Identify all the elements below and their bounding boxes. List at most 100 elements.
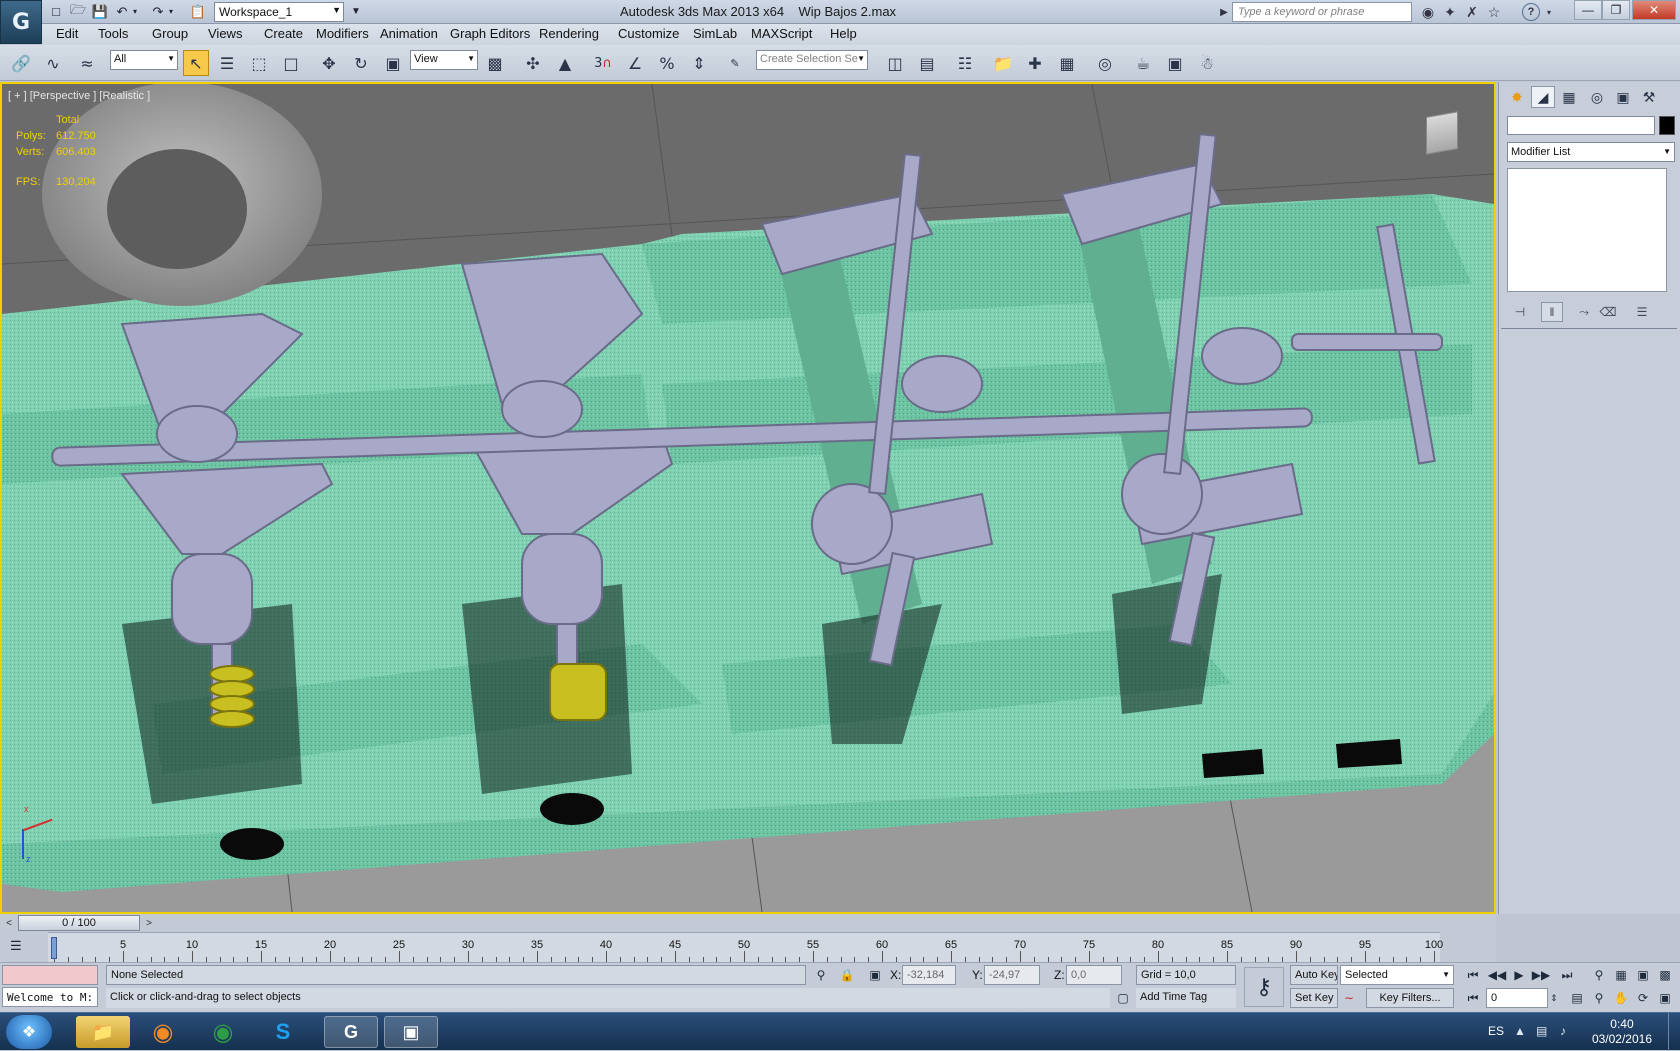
selection-filter-dropdown[interactable]: All ▼ xyxy=(110,50,178,70)
menu-maxscript[interactable]: MAXScript xyxy=(751,26,812,41)
menu-edit[interactable]: Edit xyxy=(56,26,78,41)
undo-dropdown-icon[interactable]: ▾ xyxy=(130,2,140,21)
clock[interactable]: 0:40 03/02/2016 xyxy=(1592,1017,1652,1047)
create-tab-icon[interactable]: ✸ xyxy=(1505,86,1529,108)
expand-search-icon[interactable]: ▶ xyxy=(1218,3,1230,21)
timeline-current-frame-marker[interactable] xyxy=(51,937,57,959)
menu-rendering[interactable]: Rendering xyxy=(539,26,599,41)
select-object-icon[interactable]: ↖ xyxy=(183,50,209,76)
image-viewer-icon[interactable]: ▣ xyxy=(384,1016,438,1048)
rendered-frame-window-icon[interactable]: ▣ xyxy=(1162,50,1188,76)
percent-snap-icon[interactable]: % xyxy=(654,50,680,76)
save-file-icon[interactable]: 💾 xyxy=(90,2,110,21)
menu-help[interactable]: Help xyxy=(830,26,857,41)
next-frame-arrow-icon[interactable]: > xyxy=(142,915,156,931)
scene-explorer-icon[interactable]: 📁 xyxy=(990,50,1016,76)
prev-frame-arrow-icon[interactable]: < xyxy=(2,915,16,931)
redo-icon[interactable]: ↷ xyxy=(148,2,168,21)
utilities-tab-icon[interactable]: ⚒ xyxy=(1637,86,1661,108)
edit-named-selection-icon[interactable]: ✎ xyxy=(722,50,748,76)
workspace-dropdown[interactable]: Workspace_1 ▼ xyxy=(214,2,344,22)
angle-snap-icon[interactable]: ∠ xyxy=(622,50,648,76)
menu-graph-editors[interactable]: Graph Editors xyxy=(450,26,530,41)
menu-modifiers[interactable]: Modifiers xyxy=(316,26,369,41)
explorer-icon[interactable]: 📁 xyxy=(76,1016,130,1048)
show-hidden-icons-icon[interactable]: ▲ xyxy=(1514,1024,1526,1038)
select-by-name-icon[interactable]: ☰ xyxy=(214,50,240,76)
snaps-toggle-icon[interactable]: 3 ∩ xyxy=(590,50,616,76)
go-to-end-icon[interactable]: ⏭ xyxy=(1556,965,1578,985)
menu-simlab[interactable]: SimLab xyxy=(693,26,737,41)
object-name-input[interactable] xyxy=(1507,116,1655,135)
communication-center-icon[interactable]: ✗ xyxy=(1462,3,1482,21)
open-file-icon[interactable]: 🗁 xyxy=(68,2,88,21)
binoculars-icon[interactable]: ◉ xyxy=(1418,3,1438,21)
chrome-icon[interactable]: ◉ xyxy=(196,1016,250,1048)
previous-frame-icon[interactable]: ◀◀ xyxy=(1486,965,1508,985)
time-slider[interactable]: < 0 / 100 > xyxy=(0,914,1496,932)
3ds-max-taskbar-icon[interactable]: G xyxy=(324,1016,378,1048)
display-tab-icon[interactable]: ▣ xyxy=(1611,86,1635,108)
time-slider-thumb[interactable]: 0 / 100 xyxy=(18,915,140,931)
modifier-list-dropdown[interactable]: Modifier List ▼ xyxy=(1507,142,1675,162)
volume-icon[interactable]: ♪ xyxy=(1560,1024,1566,1038)
language-indicator[interactable]: ES xyxy=(1488,1024,1504,1038)
minimize-button[interactable]: — xyxy=(1574,0,1602,20)
viewcube-icon[interactable] xyxy=(1426,111,1458,155)
help-dropdown-icon[interactable]: ▾ xyxy=(1544,3,1554,21)
hierarchy-tab-icon[interactable]: ▦ xyxy=(1557,86,1581,108)
auto-key-button[interactable]: Auto Key xyxy=(1290,965,1338,985)
skype-icon[interactable]: S xyxy=(256,1016,310,1048)
spinner-snap-icon[interactable]: ⇕ xyxy=(686,50,712,76)
add-time-tag-button[interactable]: Add Time Tag xyxy=(1136,988,1236,1008)
zoom-all-icon[interactable]: ▦ xyxy=(1610,965,1632,985)
make-unique-icon[interactable]: ⤳ xyxy=(1573,302,1595,322)
start-button[interactable]: ❖ xyxy=(6,1015,52,1049)
select-rotate-icon[interactable]: ↻ xyxy=(348,50,374,76)
show-end-result-icon[interactable]: ‖ xyxy=(1541,302,1563,322)
render-production-icon[interactable]: ☃ xyxy=(1194,50,1220,76)
maximize-button[interactable]: ❐ xyxy=(1602,0,1630,20)
select-scale-icon[interactable]: ▣ xyxy=(380,50,406,76)
object-color-swatch[interactable] xyxy=(1659,116,1675,135)
maxscript-mini-listener-top[interactable] xyxy=(2,965,98,985)
mirror-icon[interactable]: ◫ xyxy=(882,50,908,76)
set-key-key-icon[interactable]: ⚷ xyxy=(1244,967,1284,1007)
modify-tab-icon[interactable]: ◢ xyxy=(1531,86,1555,108)
align-icon[interactable]: ▤ xyxy=(914,50,940,76)
key-mode-dropdown[interactable]: Selected ▼ xyxy=(1340,965,1454,985)
x-coordinate-field[interactable]: -32,184 xyxy=(902,965,956,985)
motion-tab-icon[interactable]: ◎ xyxy=(1585,86,1609,108)
search-input[interactable]: Type a keyword or phrase xyxy=(1232,2,1412,22)
show-desktop-button[interactable] xyxy=(1668,1013,1680,1051)
menu-tools[interactable]: Tools xyxy=(98,26,128,41)
new-file-icon[interactable]: □ xyxy=(46,2,66,21)
time-tag-icon[interactable]: ▢ xyxy=(1112,988,1134,1008)
selection-lock-icon[interactable]: 🔒 xyxy=(836,965,858,985)
subscription-center-icon[interactable]: ✦ xyxy=(1440,3,1460,21)
frame-spinner-icon[interactable]: ⇕ xyxy=(1548,988,1560,1008)
window-crossing-icon[interactable]: □ xyxy=(278,50,304,76)
isolate-selection-icon[interactable]: ⚲ xyxy=(810,965,832,985)
perspective-viewport[interactable]: [ + ] [Perspective ] [Realistic ] Total … xyxy=(0,82,1496,914)
unlink-icon[interactable]: ∿ xyxy=(40,50,66,76)
link-icon[interactable]: 🔗 xyxy=(8,50,34,76)
pan-view-icon[interactable]: ✋ xyxy=(1610,988,1632,1008)
set-key-button[interactable]: Set Key xyxy=(1290,988,1338,1008)
go-to-start-icon[interactable]: ⏮ xyxy=(1462,965,1484,985)
key-filters-button[interactable]: Key Filters... xyxy=(1366,988,1454,1008)
firefox-icon[interactable]: ◉ xyxy=(136,1016,190,1048)
menu-views[interactable]: Views xyxy=(208,26,242,41)
zoom-extents-all-icon[interactable]: ▩ xyxy=(1654,965,1676,985)
redo-dropdown-icon[interactable]: ▾ xyxy=(166,2,176,21)
close-button[interactable]: ✕ xyxy=(1632,0,1676,20)
named-selection-dropdown[interactable]: Create Selection Se ▼ xyxy=(756,50,868,70)
menu-create[interactable]: Create xyxy=(264,26,303,41)
menu-group[interactable]: Group xyxy=(152,26,188,41)
network-icon[interactable]: ▤ xyxy=(1536,1024,1547,1038)
menu-animation[interactable]: Animation xyxy=(380,26,438,41)
viewport-label[interactable]: [ + ] [Perspective ] [Realistic ] xyxy=(8,90,150,102)
manage-layers-icon[interactable]: ☷ xyxy=(952,50,978,76)
maximize-viewport-icon[interactable]: ▣ xyxy=(1654,988,1676,1008)
select-move-icon[interactable]: ✥ xyxy=(316,50,342,76)
